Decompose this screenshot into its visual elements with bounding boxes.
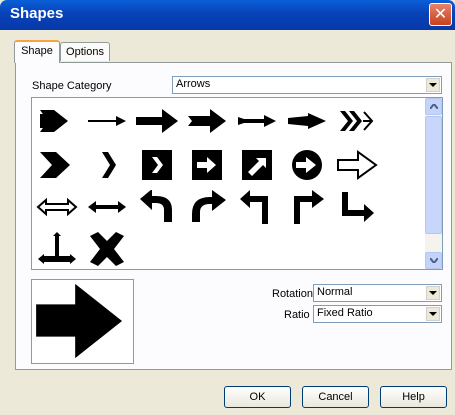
arrow-tee-icon[interactable] <box>34 232 80 266</box>
arrow-block-pointed-icon[interactable] <box>184 104 230 138</box>
arrow-in-circle-icon[interactable] <box>284 148 330 182</box>
scroll-up-button[interactable] <box>425 98 442 115</box>
arrow-thin-right-icon[interactable] <box>84 104 130 138</box>
arrow-diagonal-square-icon[interactable] <box>234 148 280 182</box>
arrow-uturn-right-icon[interactable] <box>184 190 230 224</box>
shape-preview <box>31 279 134 364</box>
arrow-chevron-block-icon[interactable] <box>34 104 80 138</box>
arrow-corner-left-icon[interactable] <box>234 190 280 224</box>
arrow-tail-right-icon[interactable] <box>234 104 280 138</box>
arrow-uturn-left-icon[interactable] <box>134 190 180 224</box>
scroll-thumb[interactable] <box>425 116 442 234</box>
shape-gallery[interactable] <box>31 97 443 270</box>
chevron-down-icon <box>429 312 437 316</box>
dropdown-button[interactable] <box>426 78 440 92</box>
cross-x-icon[interactable] <box>84 232 130 266</box>
close-icon[interactable]: ✕ <box>434 4 447 23</box>
arrow-down-right-icon[interactable] <box>334 190 380 224</box>
ratio-value: Fixed Ratio <box>317 307 373 319</box>
dropdown-button[interactable] <box>426 307 440 321</box>
chevron-down-icon <box>429 291 437 295</box>
chevron-small-icon[interactable] <box>84 148 130 182</box>
rotation-select[interactable]: Normal <box>313 284 442 302</box>
chevron-big-icon[interactable] <box>34 148 80 182</box>
arrow-wedge-right-icon[interactable] <box>284 104 330 138</box>
chevron-down-icon <box>429 83 437 87</box>
title-bar[interactable]: Shapes ✕ <box>0 0 455 30</box>
preview-arrow-icon <box>36 283 123 359</box>
gallery-scrollbar[interactable] <box>425 98 442 269</box>
chevron-up-icon <box>430 104 438 109</box>
tab-shape[interactable]: Shape <box>14 40 60 63</box>
arrow-double-outline-icon[interactable] <box>34 190 80 224</box>
scroll-down-button[interactable] <box>425 252 442 269</box>
shape-category-select[interactable]: Arrows <box>172 76 442 94</box>
ratio-label: Ratio <box>284 309 310 321</box>
rotation-value: Normal <box>317 286 353 298</box>
arrow-double-solid-icon[interactable] <box>84 190 130 224</box>
dropdown-button[interactable] <box>426 286 440 300</box>
arrow-corner-right-icon[interactable] <box>284 190 330 224</box>
help-button[interactable]: Help <box>380 386 447 408</box>
arrow-block-right-icon[interactable] <box>134 104 180 138</box>
rotation-label: Rotation <box>272 288 313 300</box>
chevron-in-square-icon[interactable] <box>134 148 180 182</box>
arrow-chevrons-icon[interactable] <box>334 104 380 138</box>
close-button[interactable]: ✕ <box>429 3 452 26</box>
chevron-down-icon <box>430 258 438 263</box>
ok-button[interactable]: OK <box>224 386 291 408</box>
ratio-select[interactable]: Fixed Ratio <box>313 305 442 323</box>
arrow-outline-right-icon[interactable] <box>334 148 380 182</box>
shape-category-value: Arrows <box>176 78 211 90</box>
arrow-in-square-icon[interactable] <box>184 148 230 182</box>
dialog-title: Shapes <box>10 5 64 22</box>
shapes-dialog: Shapes ✕ Shape Options Shape Category Ar… <box>0 0 455 415</box>
tab-options[interactable]: Options <box>60 42 110 61</box>
shape-category-label: Shape Category <box>32 80 112 92</box>
cancel-button[interactable]: Cancel <box>302 386 369 408</box>
